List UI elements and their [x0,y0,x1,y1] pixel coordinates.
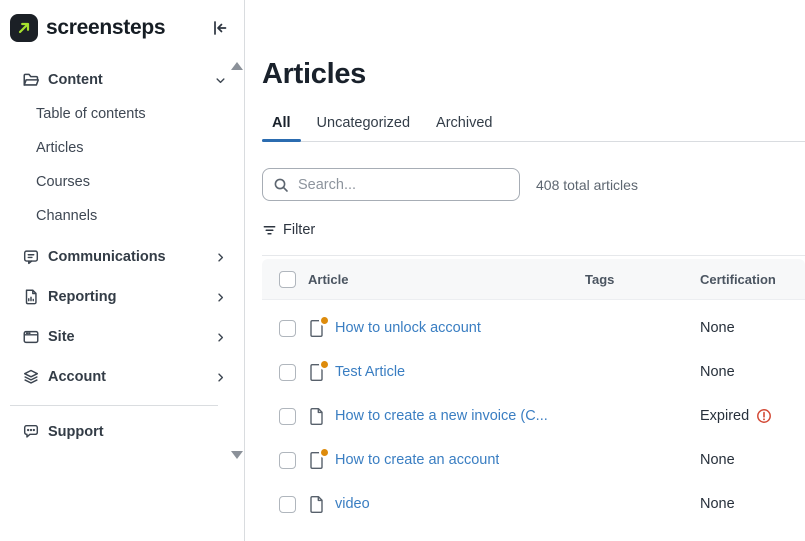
search-box [262,168,520,201]
table-header: Article Tags Certification [262,259,805,300]
scroll-down-arrow[interactable] [231,451,243,459]
sidebar-item-site[interactable]: Site [0,317,244,357]
certification-cell: None [700,496,805,512]
brand-header: screensteps [0,0,244,42]
search-input[interactable] [296,176,509,194]
article-draft-icon [308,319,325,338]
sidebar-nav: Content Table of contents Articles Cours… [0,63,244,452]
article-cell: How to create an account [308,451,585,470]
sidebar-item-channels[interactable]: Channels [0,199,244,233]
table-body: How to unlock account None [262,300,805,526]
sidebar-item-articles[interactable]: Articles [0,131,244,165]
main-content: Articles All Uncategorized Archived 408 … [245,0,805,541]
article-cell: How to create a new invoice (C... [308,407,585,426]
folder-open-icon [22,71,40,89]
report-document-icon [22,288,40,306]
table-row: How to create an account None [262,438,805,482]
row-checkbox[interactable] [279,364,296,381]
table-row: video None [262,482,805,526]
row-checkbox[interactable] [279,408,296,425]
sidebar-item-content[interactable]: Content [0,63,244,97]
draft-dot-icon [321,449,328,456]
row-checkbox[interactable] [279,320,296,337]
column-header-tags[interactable]: Tags [585,272,700,287]
sidebar-item-label: Communications [48,249,166,265]
sidebar-item-label: Reporting [48,289,116,305]
table-row: How to unlock account None [262,306,805,350]
tab-uncategorized[interactable]: Uncategorized [307,115,421,141]
table-row: Test Article None [262,350,805,394]
sidebar-item-reporting[interactable]: Reporting [0,277,244,317]
sidebar-item-support[interactable]: Support [0,412,244,452]
sidebar-divider [10,405,218,406]
articles-table: Article Tags Certification H [262,255,805,526]
sidebar-item-label: Content [48,72,103,88]
table-row: How to create a new invoice (C... Expire… [262,394,805,438]
browser-window-icon [22,328,40,346]
certification-value: None [700,320,735,336]
filter-label: Filter [283,222,315,238]
filter-icon [262,223,277,238]
article-link[interactable]: Test Article [335,364,405,380]
search-icon [273,177,296,193]
toolbar: 408 total articles [262,168,805,201]
sidebar-item-courses[interactable]: Courses [0,165,244,199]
chevron-down-icon [213,73,228,88]
certification-value: Expired [700,408,749,424]
article-link[interactable]: How to unlock account [335,320,481,336]
total-articles-count: 408 total articles [536,177,638,193]
chevron-right-icon [213,250,228,265]
row-checkbox[interactable] [279,496,296,513]
draft-dot-icon [321,317,328,324]
tab-bar: All Uncategorized Archived [262,115,805,142]
certification-value: None [700,452,735,468]
article-link[interactable]: How to create a new invoice (C... [335,408,548,424]
tab-archived[interactable]: Archived [426,115,502,141]
app-window: screensteps Content [0,0,805,541]
certification-cell: Expired [700,408,805,424]
message-icon [22,248,40,266]
article-link[interactable]: How to create an account [335,452,499,468]
chevron-right-icon [213,290,228,305]
article-doc-icon [308,495,325,514]
sidebar-item-table-of-contents[interactable]: Table of contents [0,97,244,131]
certification-cell: None [700,320,805,336]
layers-icon [22,368,40,386]
page-title: Articles [262,57,805,91]
certification-cell: None [700,452,805,468]
select-all-checkbox[interactable] [279,271,296,288]
article-draft-icon [308,451,325,470]
sidebar-item-label: Support [48,424,104,440]
sidebar: screensteps Content [0,0,245,541]
certification-value: None [700,496,735,512]
article-cell: Test Article [308,363,585,382]
sidebar-item-label: Account [48,369,106,385]
filter-button[interactable]: Filter [262,222,315,238]
draft-dot-icon [321,361,328,368]
sidebar-item-account[interactable]: Account [0,357,244,397]
column-header-certification[interactable]: Certification [700,272,805,287]
article-draft-icon [308,363,325,382]
chat-bubble-icon [22,423,40,441]
row-checkbox[interactable] [279,452,296,469]
content-subitems: Table of contents Articles Courses Chann… [0,97,244,233]
article-doc-icon [308,407,325,426]
brand-name[interactable]: screensteps [46,16,165,40]
sidebar-item-communications[interactable]: Communications [0,237,244,277]
collapse-sidebar-icon[interactable] [208,16,232,40]
scroll-up-arrow[interactable] [231,62,243,70]
chevron-right-icon [213,370,228,385]
article-cell: How to unlock account [308,319,585,338]
sidebar-sections: Communications Reporting [0,237,244,397]
screensteps-logo-icon[interactable] [10,14,38,42]
certification-value: None [700,364,735,380]
article-link[interactable]: video [335,496,370,512]
tab-all[interactable]: All [262,115,301,141]
expired-warning-icon [756,408,772,424]
sidebar-item-label: Site [48,329,75,345]
certification-cell: None [700,364,805,380]
chevron-right-icon [213,330,228,345]
article-cell: video [308,495,585,514]
column-header-article[interactable]: Article [308,272,585,287]
